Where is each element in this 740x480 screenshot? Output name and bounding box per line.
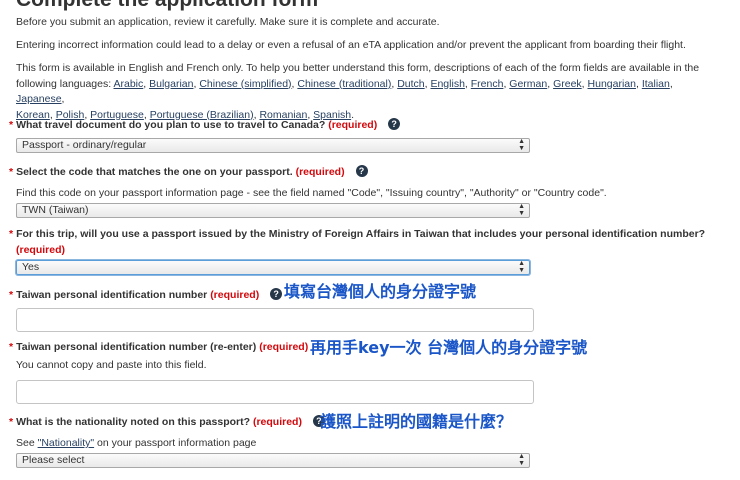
nationality-select[interactable]: Please select ▲ ▼ <box>16 453 530 468</box>
select-value: TWN (Taiwan) <box>22 204 89 216</box>
language-separator: , <box>61 93 65 105</box>
language-link[interactable]: Chinese (traditional) <box>297 78 391 90</box>
required-marker: (required) <box>259 341 309 353</box>
required-marker: (required) <box>210 289 260 301</box>
question-label: What travel document do you plan to use … <box>16 119 326 131</box>
passport-code-hint: Find this code on your passport informat… <box>16 187 607 199</box>
required-marker: (required) <box>328 119 378 131</box>
language-link[interactable]: Chinese (simplified) <box>199 78 291 90</box>
intro-paragraph-2: Entering incorrect information could lea… <box>16 39 686 51</box>
question-label: For this trip, will you use a passport i… <box>16 228 706 240</box>
required-star: * <box>9 416 14 428</box>
travel-document-select[interactable]: Passport - ordinary/regular ▲ ▼ <box>16 138 530 153</box>
intro-paragraph-3: This form is available in English and Fr… <box>16 61 716 123</box>
nationality-hint-suffix: on your passport information page <box>94 437 257 449</box>
help-icon[interactable]: ? <box>388 118 401 131</box>
question-passport-code: * Select the code that matches the one on… <box>9 165 709 180</box>
nationality-hint: See "Nationality" on your passport infor… <box>16 436 256 450</box>
intro-paragraph-1: Before you submit an application, review… <box>16 16 440 28</box>
language-links-line-1: Arabic, Bulgarian, Chinese (simplified),… <box>16 78 673 106</box>
language-link[interactable]: Dutch <box>397 78 424 90</box>
language-separator: , <box>669 77 673 90</box>
question-label: Taiwan personal identification number (r… <box>16 341 257 353</box>
required-star: * <box>9 119 14 131</box>
language-link[interactable]: Italian <box>642 78 670 90</box>
question-label: What is the nationality noted on this pa… <box>16 416 251 428</box>
annotation-nationality: 護照上註明的國籍是什麼？ <box>320 412 513 431</box>
question-label: Select the code that matches the one on … <box>16 166 293 178</box>
question-travel-document: * What travel document do you plan to use… <box>9 118 709 133</box>
updown-arrows-icon: ▲ ▼ <box>518 138 525 152</box>
passport-code-select[interactable]: TWN (Taiwan) ▲ ▼ <box>16 203 530 218</box>
updown-arrows-icon: ▲ ▼ <box>518 260 525 274</box>
question-label: Taiwan personal identification number <box>16 289 208 301</box>
select-value: Yes <box>22 261 40 273</box>
language-link[interactable]: English <box>430 78 464 90</box>
language-link[interactable]: German <box>509 78 547 90</box>
annotation-taiwan-id: 填寫台灣個人的身分證字號 <box>284 282 477 301</box>
required-star: * <box>9 166 14 178</box>
required-marker: (required) <box>16 244 66 256</box>
updown-arrows-icon: ▲ ▼ <box>518 203 525 217</box>
nationality-hint-prefix: See <box>16 437 38 449</box>
language-link[interactable]: Arabic <box>114 78 144 90</box>
language-link[interactable]: Bulgarian <box>149 78 193 90</box>
taiwan-id-reenter-input[interactable] <box>16 380 534 404</box>
select-value: Please select <box>22 454 85 466</box>
language-link[interactable]: Greek <box>553 78 582 90</box>
language-link[interactable]: French <box>471 78 504 90</box>
taiwan-id-input[interactable] <box>16 308 534 332</box>
select-value: Passport - ordinary/regular <box>22 139 147 151</box>
help-icon[interactable]: ? <box>355 165 368 178</box>
language-link[interactable]: Japanese <box>16 93 62 105</box>
language-link[interactable]: Hungarian <box>588 78 636 90</box>
question-taiwan-passport: * For this trip, will you use a passport … <box>9 227 709 242</box>
required-star: * <box>9 341 14 353</box>
updown-arrows-icon: ▲ ▼ <box>518 453 525 467</box>
intro-languages-prefix: following languages: <box>16 77 112 90</box>
annotation-taiwan-id-reenter: 再用手key一次 台灣個人的身分證字號 <box>310 338 588 357</box>
nationality-link[interactable]: "Nationality" <box>38 437 94 449</box>
required-star: * <box>9 289 14 301</box>
required-marker: (required) <box>295 166 345 178</box>
page-title: Complete the application form <box>16 0 318 12</box>
intro-paragraph-3-text: This form is available in English and Fr… <box>16 62 700 74</box>
required-star: * <box>9 228 14 240</box>
reenter-hint: You cannot copy and paste into this fiel… <box>16 359 207 371</box>
taiwan-passport-select[interactable]: Yes ▲ ▼ <box>16 260 530 275</box>
required-marker: (required) <box>252 416 302 428</box>
help-icon[interactable]: ? <box>270 288 283 301</box>
